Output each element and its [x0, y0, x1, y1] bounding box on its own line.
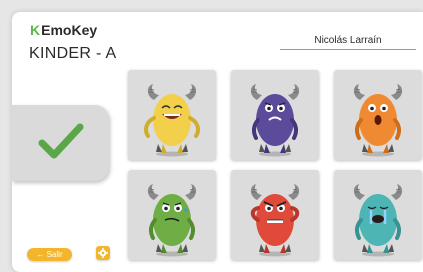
monster-crying-icon	[353, 184, 403, 257]
monster-sad-icon	[250, 84, 300, 157]
exit-button[interactable]: ← Salir	[27, 248, 72, 261]
group-title: KINDER - A	[29, 45, 117, 62]
emotion-card-surprised[interactable]	[334, 70, 422, 160]
emotion-card-happy[interactable]	[128, 70, 216, 160]
logo-text: EmoKey	[41, 22, 98, 38]
monster-angry-icon	[250, 184, 300, 257]
settings-button[interactable]	[96, 246, 110, 260]
emotion-card-sad[interactable]	[231, 70, 319, 160]
app-window: KEmoKey KINDER - A Nicolás Larraín ← Sal…	[12, 12, 423, 272]
user-name-field[interactable]: Nicolás Larraín	[280, 33, 416, 50]
monster-disgusted-icon	[147, 184, 197, 257]
checkmark-icon	[38, 123, 84, 159]
emotion-card-angry[interactable]	[231, 170, 319, 260]
monster-happy-icon	[144, 84, 200, 157]
monster-surprised-icon	[353, 84, 403, 157]
gear-icon	[98, 248, 108, 258]
logo-k-icon: K	[30, 22, 41, 38]
confirm-button[interactable]	[12, 105, 109, 181]
emotion-card-disgusted[interactable]	[128, 170, 216, 260]
emotion-card-crying[interactable]	[334, 170, 422, 260]
app-logo: KEmoKey	[30, 22, 97, 38]
